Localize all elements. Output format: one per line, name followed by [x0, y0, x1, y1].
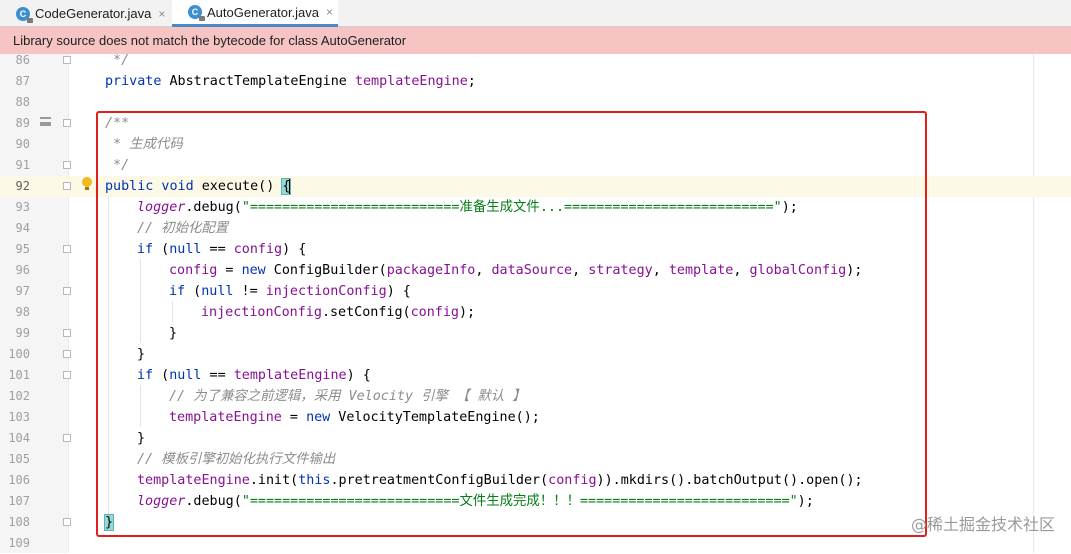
tab-autogenerator[interactable]: C AutoGenerator.java × — [172, 0, 338, 27]
java-class-icon: C — [16, 7, 30, 21]
line-number: 102 — [0, 386, 30, 407]
line-number: 86 — [0, 50, 30, 71]
fold-marker-icon[interactable] — [63, 182, 71, 190]
line-number: 106 — [0, 470, 30, 491]
line-number: 108 — [0, 512, 30, 533]
line-number: 90 — [0, 134, 30, 155]
line-number: 96 — [0, 260, 30, 281]
code-line: 86 */ — [0, 50, 1071, 71]
highlight-annotation-box — [96, 111, 927, 537]
line-number: 88 — [0, 92, 30, 113]
fold-marker-icon[interactable] — [63, 434, 71, 442]
line-number: 95 — [0, 239, 30, 260]
fold-marker-icon[interactable] — [63, 245, 71, 253]
fold-marker-icon[interactable] — [63, 119, 71, 127]
fold-marker-icon[interactable] — [63, 287, 71, 295]
tab-label: CodeGenerator.java — [35, 6, 151, 21]
line-number: 99 — [0, 323, 30, 344]
tab-label: AutoGenerator.java — [207, 5, 319, 20]
line-number: 101 — [0, 365, 30, 386]
line-number: 93 — [0, 197, 30, 218]
line-number: 87 — [0, 71, 30, 92]
code-line: 88 — [0, 92, 1071, 113]
fold-marker-icon[interactable] — [63, 350, 71, 358]
line-number: 89 — [0, 113, 30, 134]
fold-marker-icon[interactable] — [63, 56, 71, 64]
close-icon[interactable]: × — [158, 7, 165, 21]
line-number: 105 — [0, 449, 30, 470]
fold-marker-icon[interactable] — [63, 518, 71, 526]
code-text: */ — [105, 50, 129, 71]
watermark: @稀土掘金技术社区 — [911, 511, 1055, 535]
line-number: 94 — [0, 218, 30, 239]
line-number: 104 — [0, 428, 30, 449]
fold-marker-icon[interactable] — [63, 161, 71, 169]
lightbulb-icon[interactable] — [82, 177, 92, 187]
line-number: 91 — [0, 155, 30, 176]
line-number: 98 — [0, 302, 30, 323]
code-line: 87 private AbstractTemplateEngine templa… — [0, 71, 1071, 92]
line-number: 107 — [0, 491, 30, 512]
implements-method-icon[interactable] — [40, 117, 51, 126]
java-class-icon: C — [188, 5, 202, 19]
editor-tab-bar: C CodeGenerator.java × C AutoGenerator.j… — [0, 0, 1071, 27]
line-number: 109 — [0, 533, 30, 554]
tab-codegenerator[interactable]: C CodeGenerator.java × — [0, 0, 172, 27]
line-number: 92 — [0, 176, 30, 197]
banner-text: Library source does not match the byteco… — [13, 33, 406, 48]
fold-marker-icon[interactable] — [63, 371, 71, 379]
line-number: 103 — [0, 407, 30, 428]
fold-marker-icon[interactable] — [63, 329, 71, 337]
close-icon[interactable]: × — [326, 5, 333, 19]
line-number: 97 — [0, 281, 30, 302]
line-number: 100 — [0, 344, 30, 365]
code-text: private AbstractTemplateEngine templateE… — [105, 71, 476, 92]
